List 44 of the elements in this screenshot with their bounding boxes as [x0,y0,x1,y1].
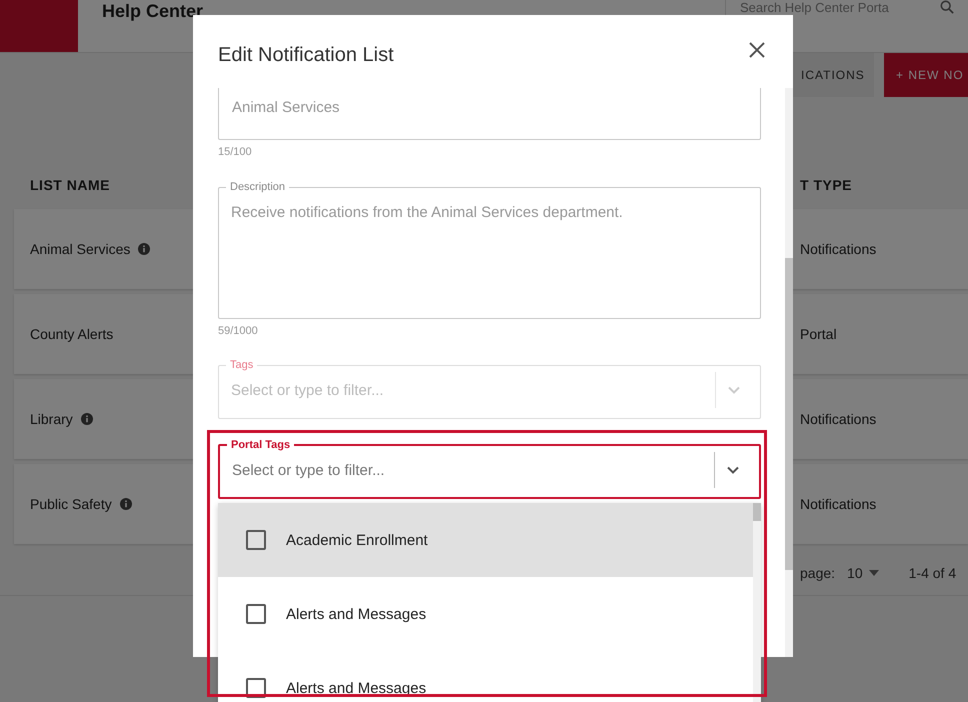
list-name: Animal Services [30,241,130,257]
list-name: Public Safety [30,496,112,512]
checkbox[interactable] [246,604,266,624]
list-type: Notifications [800,496,876,512]
filter-input[interactable]: Select or type to filter... [232,462,714,478]
rows-per-page-label: page: [800,565,836,581]
close-button[interactable] [749,42,765,58]
field-value: Receive notifications from the Animal Services department. [231,204,623,221]
character-counter: 59/1000 [218,325,259,337]
info-icon[interactable] [120,498,132,510]
close-icon [749,42,765,58]
checkbox[interactable] [246,678,266,698]
search-field[interactable]: Search Help Center Porta [740,0,932,15]
description-field[interactable]: Description Receive notifications from the Animal Services department. [218,180,761,319]
search-icon[interactable] [940,0,954,14]
list-name: Library [30,411,73,427]
menu-option[interactable]: Academic Enrollment [218,503,753,577]
info-icon[interactable] [80,413,93,425]
info-icon[interactable] [138,243,150,255]
new-button[interactable]: + NEW NO [884,53,968,97]
rows-per-page-select[interactable]: 10 [847,565,879,581]
checkbox[interactable] [246,530,266,550]
scrollbar[interactable] [753,503,761,702]
chevron-down-icon [727,466,739,474]
list-name: County Alerts [30,326,114,342]
list-type: Notifications [800,411,876,427]
list-type: Portal [800,326,837,342]
column-header: T TYPE [800,177,852,193]
list-type: Notifications [800,241,876,257]
filter-input[interactable]: Select or type to filter... [231,382,715,398]
toolbar-button[interactable]: ICATIONS [793,53,874,97]
page-range: 1-4 of 4 [908,565,956,581]
field-label: Description [229,180,286,194]
page-title: Help Center [102,1,204,21]
chevron-down-icon [728,386,740,394]
scrollbar[interactable] [785,88,793,657]
select-field[interactable]: Tags Select or type to filter... [218,358,761,419]
dialog-title: Edit Notification List [218,44,394,67]
field-label: Tags [229,358,254,372]
field-label: Portal Tags [230,438,292,452]
character-counter: 15/100 [218,146,253,158]
select-field[interactable]: Portal Tags Select or type to filter... [218,438,761,499]
caret-icon [868,570,879,576]
column-header: LIST NAME [30,177,110,193]
